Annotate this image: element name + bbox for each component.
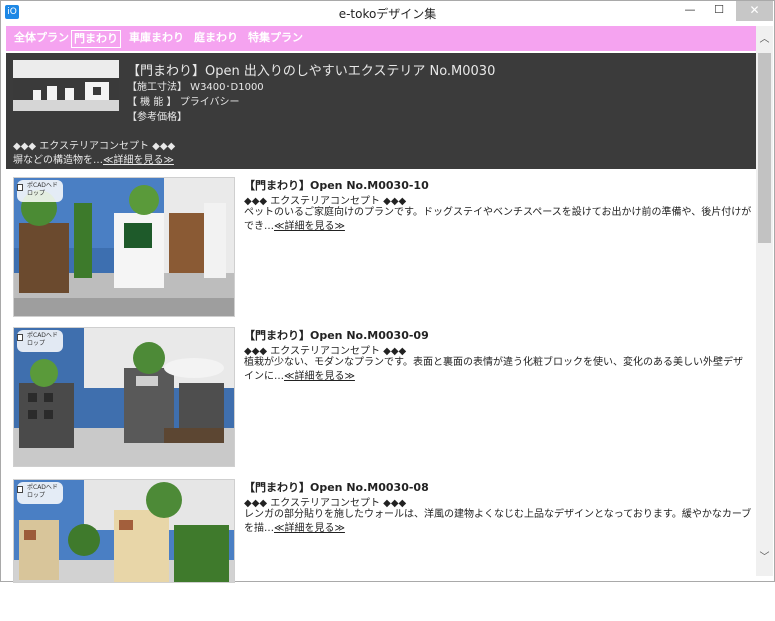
nav-item-special[interactable]: 特集プラン [246,30,305,48]
nav-item-gate[interactable]: 門まわり [71,30,121,48]
minimize-button[interactable]: — [677,1,703,21]
drop-icon [17,184,23,191]
plan-thumbnail[interactable]: ポCADへドロップ [13,177,235,317]
featured-plan: 【門まわり】Open 出入りのしやすいエクステリア No.M0030 【施工寸法… [6,53,756,169]
plan-concept: ◆◆◆ エクステリアコンセプト ◆◆◆ [244,346,407,357]
plan-description: ペットのいるご家庭向けのプランです。ドッグステイやベンチスペースを設けてお出かけ… [244,206,752,234]
plan-concept: ◆◆◆ エクステリアコンセプト ◆◆◆ [244,196,407,207]
featured-function: 【 機 能 】 プライバシー [127,97,240,108]
drop-to-cad-badge: ポCADへドロップ [17,482,63,504]
plan-detail-link[interactable]: ≪詳細を見る≫ [274,221,345,232]
plan-title: 【門まわり】Open No.M0030-08 [244,481,429,494]
close-button[interactable]: ✕ [736,1,773,21]
featured-detail-link[interactable]: ≪詳細を見る≫ [103,155,174,166]
plan-card: ポCADへドロップ 【門まわり】Open No.M0030-08 ◆◆◆ エクス… [6,473,756,621]
drop-to-cad-badge: ポCADへドロップ [17,330,63,352]
plan-detail-link[interactable]: ≪詳細を見る≫ [274,523,345,534]
drop-icon [17,486,23,493]
category-nav: 全体プラン 門まわり 車庫まわり 庭まわり 特集プラン [6,26,756,51]
featured-price: 【参考価格】 [127,112,187,123]
plan-detail-link[interactable]: ≪詳細を見る≫ [284,371,355,382]
featured-title: 【門まわり】Open 出入りのしやすいエクステリア No.M0030 [127,64,496,79]
nav-item-garage[interactable]: 車庫まわり [127,30,186,48]
plan-concept: ◆◆◆ エクステリアコンセプト ◆◆◆ [244,498,407,509]
featured-description: 塀などの構造物を…≪詳細を見る≫ [13,151,174,166]
nav-item-garden[interactable]: 庭まわり [192,30,240,48]
featured-thumbnail[interactable] [13,60,119,111]
drop-to-cad-badge: ポCADへドロップ [17,180,63,202]
nav-item-all-plans[interactable]: 全体プラン [12,30,71,48]
maximize-button[interactable]: ☐ [706,1,732,21]
plan-card: ポCADへドロップ 【門まわり】Open No.M0030-10 ◆◆◆ エクス… [6,171,756,319]
featured-size: 【施工寸法】 W3400･D1000 [127,82,264,93]
scroll-down-icon[interactable]: ﹀ [756,552,773,564]
plan-thumbnail[interactable]: ポCADへドロップ [13,327,235,467]
featured-concept: ◆◆◆ エクステリアコンセプト ◆◆◆ [13,141,176,152]
featured-desc-text: 塀などの構造物を… [13,155,103,166]
plan-card: ポCADへドロップ 【門まわり】Open No.M0030-09 ◆◆◆ エクス… [6,321,756,469]
plan-description: 植栽が少ない、モダンなプランです。表面と裏面の表情が違う化粧ブロックを使い、変化… [244,356,752,384]
plan-title: 【門まわり】Open No.M0030-09 [244,329,429,342]
scroll-thumb[interactable] [758,53,771,243]
plan-title: 【門まわり】Open No.M0030-10 [244,179,429,192]
plan-thumbnail[interactable]: ポCADへドロップ [13,479,235,583]
plan-description: レンガの部分貼りを施したウォールは、洋風の建物よくなじむ上品なデザインとなってお… [244,508,752,536]
window-title: e-tokoデザイン集 [338,7,437,21]
scroll-up-icon[interactable]: ︿ [756,34,773,46]
title-bar: iO e-tokoデザイン集 — ☐ ✕ [1,1,774,25]
vertical-scrollbar[interactable]: ︿ ﹀ [756,26,773,576]
app-window: iO e-tokoデザイン集 — ☐ ✕ 全体プラン 門まわり 車庫まわり 庭ま… [0,0,775,583]
drop-icon [17,334,23,341]
